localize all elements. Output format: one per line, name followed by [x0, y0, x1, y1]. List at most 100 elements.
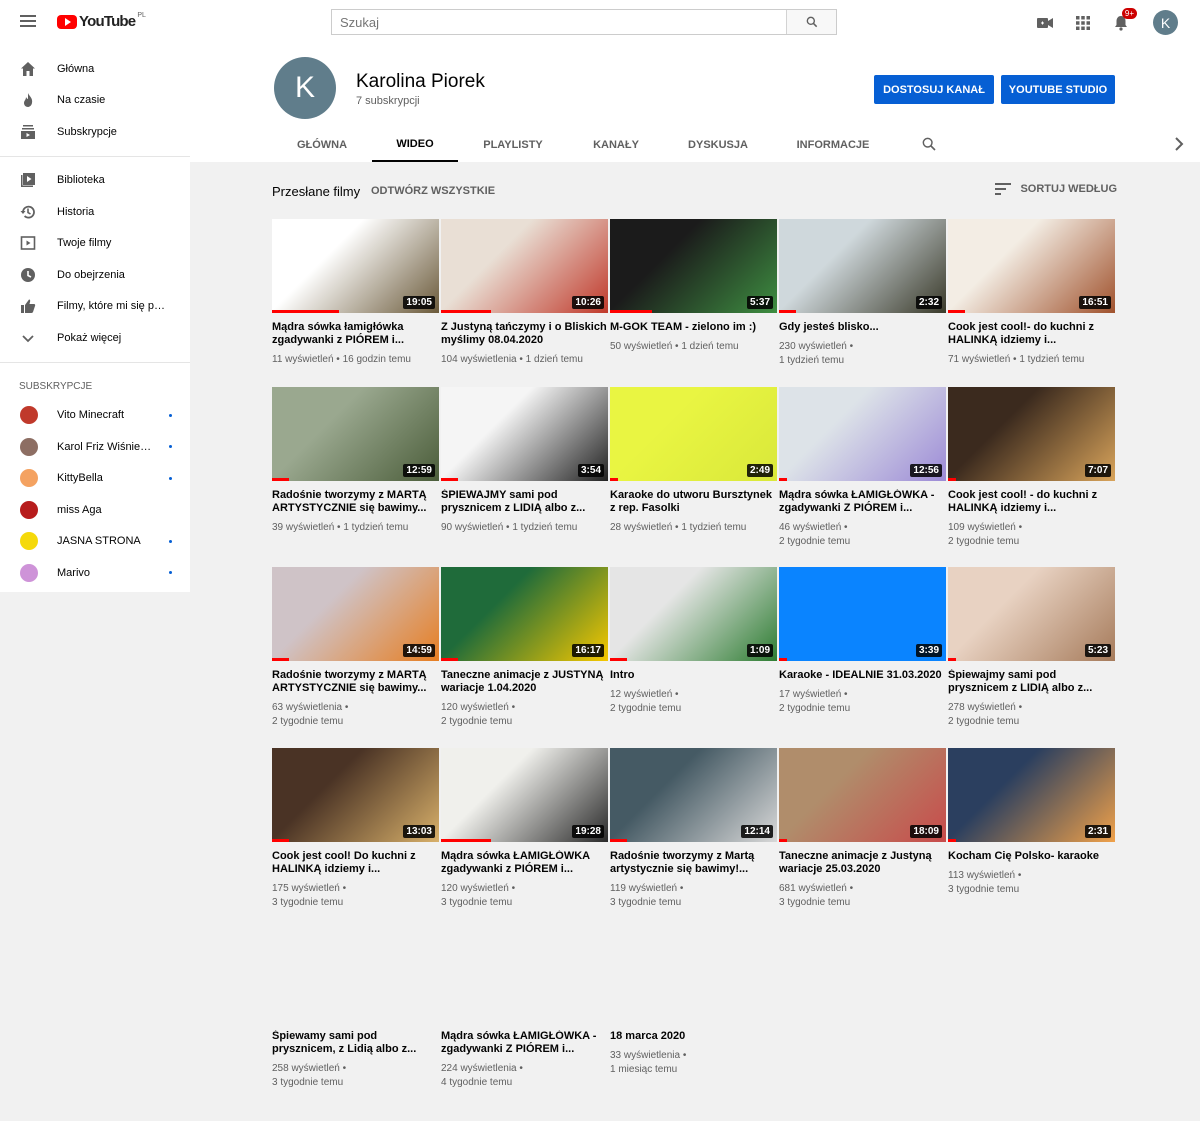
video-title[interactable]: Gdy jesteś blisko...	[779, 321, 946, 334]
video-card[interactable]: 7:07 Cook jest cool! - do kuchni z HALINK…	[948, 387, 1115, 549]
video-card[interactable]: 2:49 Karaoke do utworu Bursztynek z rep. …	[610, 387, 777, 535]
video-card[interactable]: 1:09 Intro 12 wyświetleń • 2 tygodnie temu	[610, 567, 777, 716]
video-thumbnail[interactable]: 2:31	[948, 748, 1115, 842]
tab-wideo[interactable]: Wideo	[372, 128, 458, 162]
video-card[interactable]: 5:23 Śpiewajmy sami pod prysznicem z LIDI…	[948, 567, 1115, 729]
tab-informacje[interactable]: Informacje	[772, 128, 894, 162]
video-thumbnail[interactable]: 19:05	[272, 219, 439, 313]
video-card[interactable]: 13:03 Cook jest cool! Do kuchni z HALINKĄ…	[272, 748, 439, 910]
sidebar-item-home[interactable]: Główna	[0, 53, 190, 85]
video-card[interactable]: 16:51 Cook jest cool!- do kuchni z HALINK…	[948, 219, 1115, 367]
tab-gwna[interactable]: Główna	[272, 128, 372, 162]
video-title[interactable]: Karaoke do utworu Bursztynek z rep. Faso…	[610, 489, 777, 515]
sidebar-item-library[interactable]: Biblioteka	[0, 165, 190, 197]
video-title[interactable]: Intro	[610, 669, 777, 682]
youtube-studio-button[interactable]: YouTube Studio	[1001, 75, 1115, 104]
tab-dyskusja[interactable]: Dyskusja	[664, 128, 772, 162]
video-thumbnail[interactable]: 18:09	[779, 748, 946, 842]
video-title[interactable]: Taneczne animacje z JUSTYNĄ wariacje 1.0…	[441, 669, 608, 695]
account-avatar[interactable]: K	[1153, 10, 1178, 35]
sidebar-item-your-videos[interactable]: Twoje filmy	[0, 228, 190, 260]
video-thumbnail[interactable]: 2:49	[610, 387, 777, 481]
video-card[interactable]: 3:54 ŚPIEWAJMY sami pod prysznicem z LIDI…	[441, 387, 608, 535]
video-thumbnail[interactable]: 19:28	[441, 748, 608, 842]
video-card[interactable]: Mądra sówka ŁAMIGŁÓWKA - zgadywanki Z PI…	[441, 928, 608, 1090]
search-input[interactable]	[332, 10, 786, 34]
video-card[interactable]: 18 marca 2020 33 wyświetlenia • 1 miesiąc…	[610, 928, 777, 1077]
video-thumbnail[interactable]: 14:59	[272, 567, 439, 661]
create-video-button[interactable]	[1033, 11, 1057, 35]
video-title[interactable]: Mądra sówka łamigłówka zgadywanki z PIÓR…	[272, 321, 439, 347]
sidebar-item-subscriptions[interactable]: Subskrypcje	[0, 116, 190, 148]
video-title[interactable]: Radośnie tworzymy z MARTĄ ARTYSTYCZNIE s…	[272, 669, 439, 695]
video-thumbnail[interactable]: 16:51	[948, 219, 1115, 313]
video-card[interactable]: 14:59 Radośnie tworzymy z MARTĄ ARTYSTYCZ…	[272, 567, 439, 729]
video-title[interactable]: Taneczne animacje z Justyną wariacje 25.…	[779, 850, 946, 876]
video-thumbnail[interactable]	[610, 928, 777, 1022]
channel-search-icon[interactable]	[921, 136, 937, 152]
video-title[interactable]: Kocham Cię Polsko- karaoke	[948, 850, 1115, 863]
search-button[interactable]	[786, 10, 836, 34]
video-title[interactable]: Mądra sówka ŁAMIGŁÓWKA zgadywanki z PIÓR…	[441, 850, 608, 876]
video-title[interactable]: M-GOK TEAM - zielono im :)	[610, 321, 777, 334]
video-thumbnail[interactable]: 13:03	[272, 748, 439, 842]
video-card[interactable]: 12:56 Mądra sówka ŁAMIGŁÓWKA - zgadywanki…	[779, 387, 946, 549]
video-title[interactable]: Cook jest cool! - do kuchni z HALINKĄ id…	[948, 489, 1115, 515]
sidebar-item-history[interactable]: Historia	[0, 196, 190, 228]
play-all-button[interactable]: Odtwórz wszystkie	[371, 185, 495, 197]
video-thumbnail[interactable]: 5:23	[948, 567, 1115, 661]
video-card[interactable]: 10:26 Z Justyną tańczymy i o Bliskich myś…	[441, 219, 608, 367]
video-title[interactable]: Śpiewamy sami pod prysznicem, z Lidią al…	[272, 1030, 439, 1056]
customize-channel-button[interactable]: Dostosuj kanał	[874, 75, 994, 104]
video-card[interactable]: 16:17 Taneczne animacje z JUSTYNĄ wariacj…	[441, 567, 608, 729]
subscription-item[interactable]: Karol Friz Wiśniewski	[0, 431, 190, 463]
video-card[interactable]: 12:59 Radośnie tworzymy z MARTĄ ARTYSTYCZ…	[272, 387, 439, 535]
video-card[interactable]: 18:09 Taneczne animacje z Justyną wariacj…	[779, 748, 946, 910]
video-card[interactable]: 2:32 Gdy jesteś blisko... 230 wyświetleń •…	[779, 219, 946, 368]
video-card[interactable]: 5:37 M-GOK TEAM - zielono im :) 50 wyświet…	[610, 219, 777, 354]
sidebar-item-liked[interactable]: Filmy, które mi się podobają	[0, 291, 190, 323]
youtube-logo[interactable]: YouTube PL	[57, 12, 146, 30]
video-thumbnail[interactable]: 5:37	[610, 219, 777, 313]
video-title[interactable]: Cook jest cool!- do kuchni z HALINKĄ idz…	[948, 321, 1115, 347]
video-card[interactable]: 19:05 Mądra sówka łamigłówka zgadywanki z…	[272, 219, 439, 367]
apps-button[interactable]	[1071, 11, 1095, 35]
subscription-item[interactable]: JASNA STRONA	[0, 526, 190, 558]
video-title[interactable]: Karaoke - IDEALNIE 31.03.2020	[779, 669, 946, 682]
video-thumbnail[interactable]: 3:39	[779, 567, 946, 661]
video-thumbnail[interactable]: 2:32	[779, 219, 946, 313]
video-thumbnail[interactable]: 1:09	[610, 567, 777, 661]
video-title[interactable]: Z Justyną tańczymy i o Bliskich myślimy …	[441, 321, 608, 347]
subscription-item[interactable]: Marivo	[0, 557, 190, 589]
menu-icon[interactable]	[20, 15, 36, 27]
subscription-item[interactable]: miss Aga	[0, 494, 190, 526]
subscription-item[interactable]: Vito Minecraft	[0, 400, 190, 432]
video-card[interactable]: 12:14 Radośnie tworzymy z Martą artystycz…	[610, 748, 777, 910]
video-thumbnail[interactable]: 7:07	[948, 387, 1115, 481]
video-title[interactable]: Radośnie tworzymy z Martą artystycznie s…	[610, 850, 777, 876]
sidebar-item-watch-later[interactable]: Do obejrzenia	[0, 259, 190, 291]
video-title[interactable]: Radośnie tworzymy z MARTĄ ARTYSTYCZNIE s…	[272, 489, 439, 515]
video-title[interactable]: Śpiewajmy sami pod prysznicem z LIDIĄ al…	[948, 669, 1115, 695]
sidebar-item-chevron-down[interactable]: Pokaż więcej	[0, 322, 190, 354]
chevron-right-icon[interactable]	[1174, 137, 1184, 151]
tab-playlisty[interactable]: Playlisty	[458, 128, 568, 162]
video-title[interactable]: 18 marca 2020	[610, 1030, 777, 1043]
video-thumbnail[interactable]: 3:54	[441, 387, 608, 481]
sort-button[interactable]: Sortuj według	[995, 183, 1117, 195]
sidebar-item-trending[interactable]: Na czasie	[0, 85, 190, 117]
video-thumbnail[interactable]: 12:56	[779, 387, 946, 481]
tab-kanay[interactable]: Kanały	[568, 128, 664, 162]
video-title[interactable]: Mądra sówka ŁAMIGŁÓWKA - zgadywanki Z PI…	[441, 1030, 608, 1056]
video-title[interactable]: ŚPIEWAJMY sami pod prysznicem z LIDIĄ al…	[441, 489, 608, 515]
subscription-item[interactable]: KittyBella	[0, 463, 190, 495]
video-card[interactable]: 19:28 Mądra sówka ŁAMIGŁÓWKA zgadywanki z…	[441, 748, 608, 910]
video-card[interactable]: Śpiewamy sami pod prysznicem, z Lidią al…	[272, 928, 439, 1090]
video-thumbnail[interactable]: 12:14	[610, 748, 777, 842]
video-card[interactable]: 3:39 Karaoke - IDEALNIE 31.03.2020 17 wyśw…	[779, 567, 946, 716]
video-card[interactable]: 2:31 Kocham Cię Polsko- karaoke 113 wyświe…	[948, 748, 1115, 897]
notifications-button[interactable]: 9+	[1109, 7, 1137, 35]
video-title[interactable]: Mądra sówka ŁAMIGŁÓWKA - zgadywanki Z PI…	[779, 489, 946, 515]
video-thumbnail[interactable]: 12:59	[272, 387, 439, 481]
video-thumbnail[interactable]: 16:17	[441, 567, 608, 661]
